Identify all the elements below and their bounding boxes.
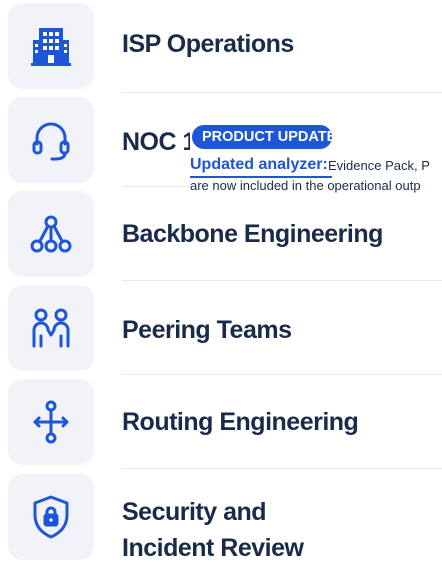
list-item-isp-operations[interactable]: ISP Operations <box>0 0 442 92</box>
item-label: NOC 1 <box>122 128 196 156</box>
item-label: ISP Operations <box>122 30 294 58</box>
network-nodes-icon <box>30 215 72 253</box>
list-item-security-incident-review[interactable]: Security and Incident Review <box>0 470 442 563</box>
routing-arrows-icon <box>33 400 69 444</box>
divider <box>122 468 442 469</box>
product-update-text: are now included in the operational outp <box>190 178 421 193</box>
headset-icon-tile <box>8 97 94 183</box>
list-item-backbone-engineering[interactable]: Backbone Engineering <box>0 188 442 280</box>
headset-icon <box>32 122 70 161</box>
item-label: Security and Incident Review <box>122 498 304 562</box>
divider <box>122 92 442 93</box>
shield-lock-icon-tile <box>8 474 94 560</box>
product-update-badge: PRODUCT UPDATE <box>192 125 332 149</box>
list-item-routing-engineering[interactable]: Routing Engineering <box>0 376 442 468</box>
item-label: Routing Engineering <box>122 408 359 436</box>
building-icon <box>31 28 71 66</box>
shield-lock-icon <box>33 495 69 539</box>
list-item-peering-teams[interactable]: Peering Teams <box>0 282 442 374</box>
divider <box>122 280 442 281</box>
item-label: Backbone Engineering <box>122 220 383 248</box>
building-icon-tile <box>8 3 94 89</box>
divider <box>122 374 442 375</box>
people-handshake-icon <box>32 308 70 348</box>
network-nodes-icon-tile <box>8 191 94 277</box>
product-update-title[interactable]: Updated analyzer: <box>190 156 328 174</box>
item-label: Peering Teams <box>122 316 292 344</box>
product-update-text: Evidence Pack, P <box>328 158 430 173</box>
people-handshake-icon-tile <box>8 285 94 371</box>
routing-arrows-icon-tile <box>8 379 94 465</box>
